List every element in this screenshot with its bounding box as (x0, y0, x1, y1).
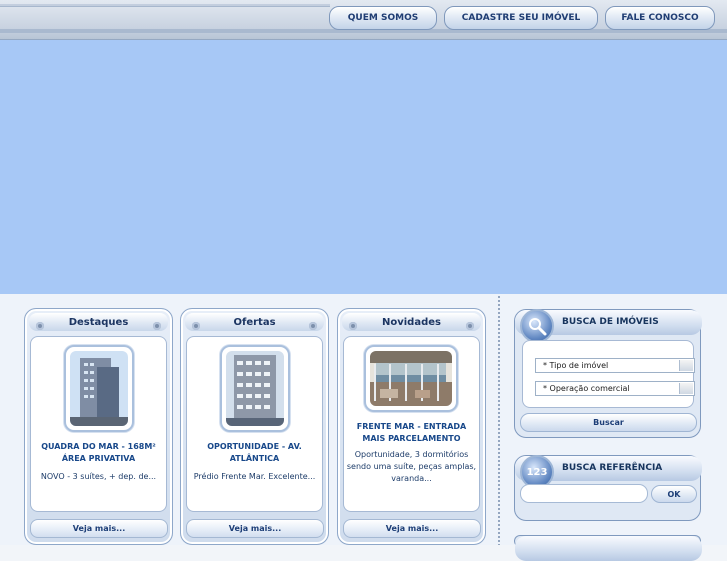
reference-search-title: BUSCA REFERÊNCIA (562, 463, 663, 473)
commercial-operation-value: * Operação comercial (543, 384, 630, 393)
property-search-title: BUSCA DE IMÓVEIS (562, 317, 659, 327)
property-search-header: BUSCA DE IMÓVEIS (515, 309, 702, 343)
novidades-card: Novidades FRENTE MAR - ENTRADA MAIS PARC… (337, 308, 486, 545)
right-dot-icon (153, 322, 161, 330)
apartment-building-photo-icon (226, 351, 284, 426)
novidades-listing[interactable]: FRENTE MAR - ENTRADA MAIS PARCELAMENTO O… (343, 336, 480, 512)
left-dot-icon (36, 322, 44, 330)
commercial-operation-select[interactable]: * Operação comercial (535, 381, 695, 396)
card-heading: Novidades (382, 316, 441, 328)
destaques-listing[interactable]: QUADRA DO MAR - 168M² ÁREA PRIVATIVA NOV… (30, 336, 167, 512)
nav-cadastre-imovel-button[interactable]: CADASTRE SEU IMÓVEL (444, 6, 598, 30)
nav-quem-somos-button[interactable]: QUEM SOMOS (329, 6, 437, 30)
top-decorative-line (0, 4, 330, 7)
property-type-select[interactable]: * Tipo de imóvel (535, 358, 695, 373)
reference-search-header: 123 BUSCA REFERÊNCIA (515, 455, 702, 489)
additional-widget-header (515, 536, 702, 561)
left-dot-icon (192, 322, 200, 330)
card-heading: Destaques (68, 316, 129, 328)
hero-banner (0, 40, 727, 294)
ofertas-listing[interactable]: OPORTUNIDADE - AV. ATLÂNTICA Prédio Fren… (186, 336, 323, 512)
ocean-view-photo-icon (370, 351, 452, 406)
ofertas-card: Ofertas OPORTUNIDADE - AV. ATLÂNTICA Pré… (180, 308, 329, 545)
ofertas-header: Ofertas (185, 313, 324, 331)
ofertas-more-link[interactable]: Veja mais... (186, 519, 324, 538)
destaques-card: Destaques QUADRA DO MAR - 168M² ÁREA PRI… (24, 308, 173, 545)
search-form: * Tipo de imóvel * Operação comercial (522, 340, 695, 408)
novidades-more-link[interactable]: Veja mais... (343, 519, 481, 538)
destaques-header: Destaques (29, 313, 168, 331)
additional-widget (514, 535, 702, 561)
property-thumbnail[interactable] (364, 345, 458, 412)
ok-button[interactable]: OK (651, 485, 697, 503)
nav-fale-conosco-button[interactable]: FALE CONOSCO (605, 6, 715, 30)
property-search-widget: BUSCA DE IMÓVEIS * Tipo de imóvel * Oper… (514, 309, 702, 438)
reference-input[interactable] (520, 484, 648, 503)
building-photo-icon (70, 351, 128, 426)
right-dot-icon (309, 322, 317, 330)
left-dot-icon (349, 322, 357, 330)
listing-title: QUADRA DO MAR - 168M² ÁREA PRIVATIVA (41, 442, 156, 463)
magnifier-glyph-icon (529, 318, 547, 336)
listing-description: Prédio Frente Mar. Excelente... (193, 472, 316, 481)
section-divider (498, 296, 500, 545)
listing-title: OPORTUNIDADE - AV. ATLÂNTICA (207, 442, 302, 463)
listing-description: Oportunidade, 3 dormitórios sendo uma su… (346, 450, 477, 483)
chevron-down-icon[interactable] (679, 360, 693, 371)
destaques-more-link[interactable]: Veja mais... (30, 519, 168, 538)
property-type-value: * Tipo de imóvel (543, 361, 609, 370)
property-thumbnail[interactable] (220, 345, 290, 432)
listing-title: FRENTE MAR - ENTRADA MAIS PARCELAMENTO (356, 422, 467, 443)
card-heading: Ofertas (233, 316, 276, 328)
chevron-down-icon[interactable] (679, 383, 693, 394)
magnifier-icon (520, 309, 554, 343)
reference-search-widget: 123 BUSCA REFERÊNCIA OK (514, 455, 702, 521)
search-button[interactable]: Buscar (520, 413, 697, 432)
listing-description: NOVO - 3 suítes, + dep. de... (40, 472, 157, 481)
novidades-header: Novidades (342, 313, 481, 331)
right-dot-icon (466, 322, 474, 330)
property-thumbnail[interactable] (64, 345, 134, 432)
top-navigation-bar: QUEM SOMOS CADASTRE SEU IMÓVEL FALE CONO… (0, 0, 727, 40)
